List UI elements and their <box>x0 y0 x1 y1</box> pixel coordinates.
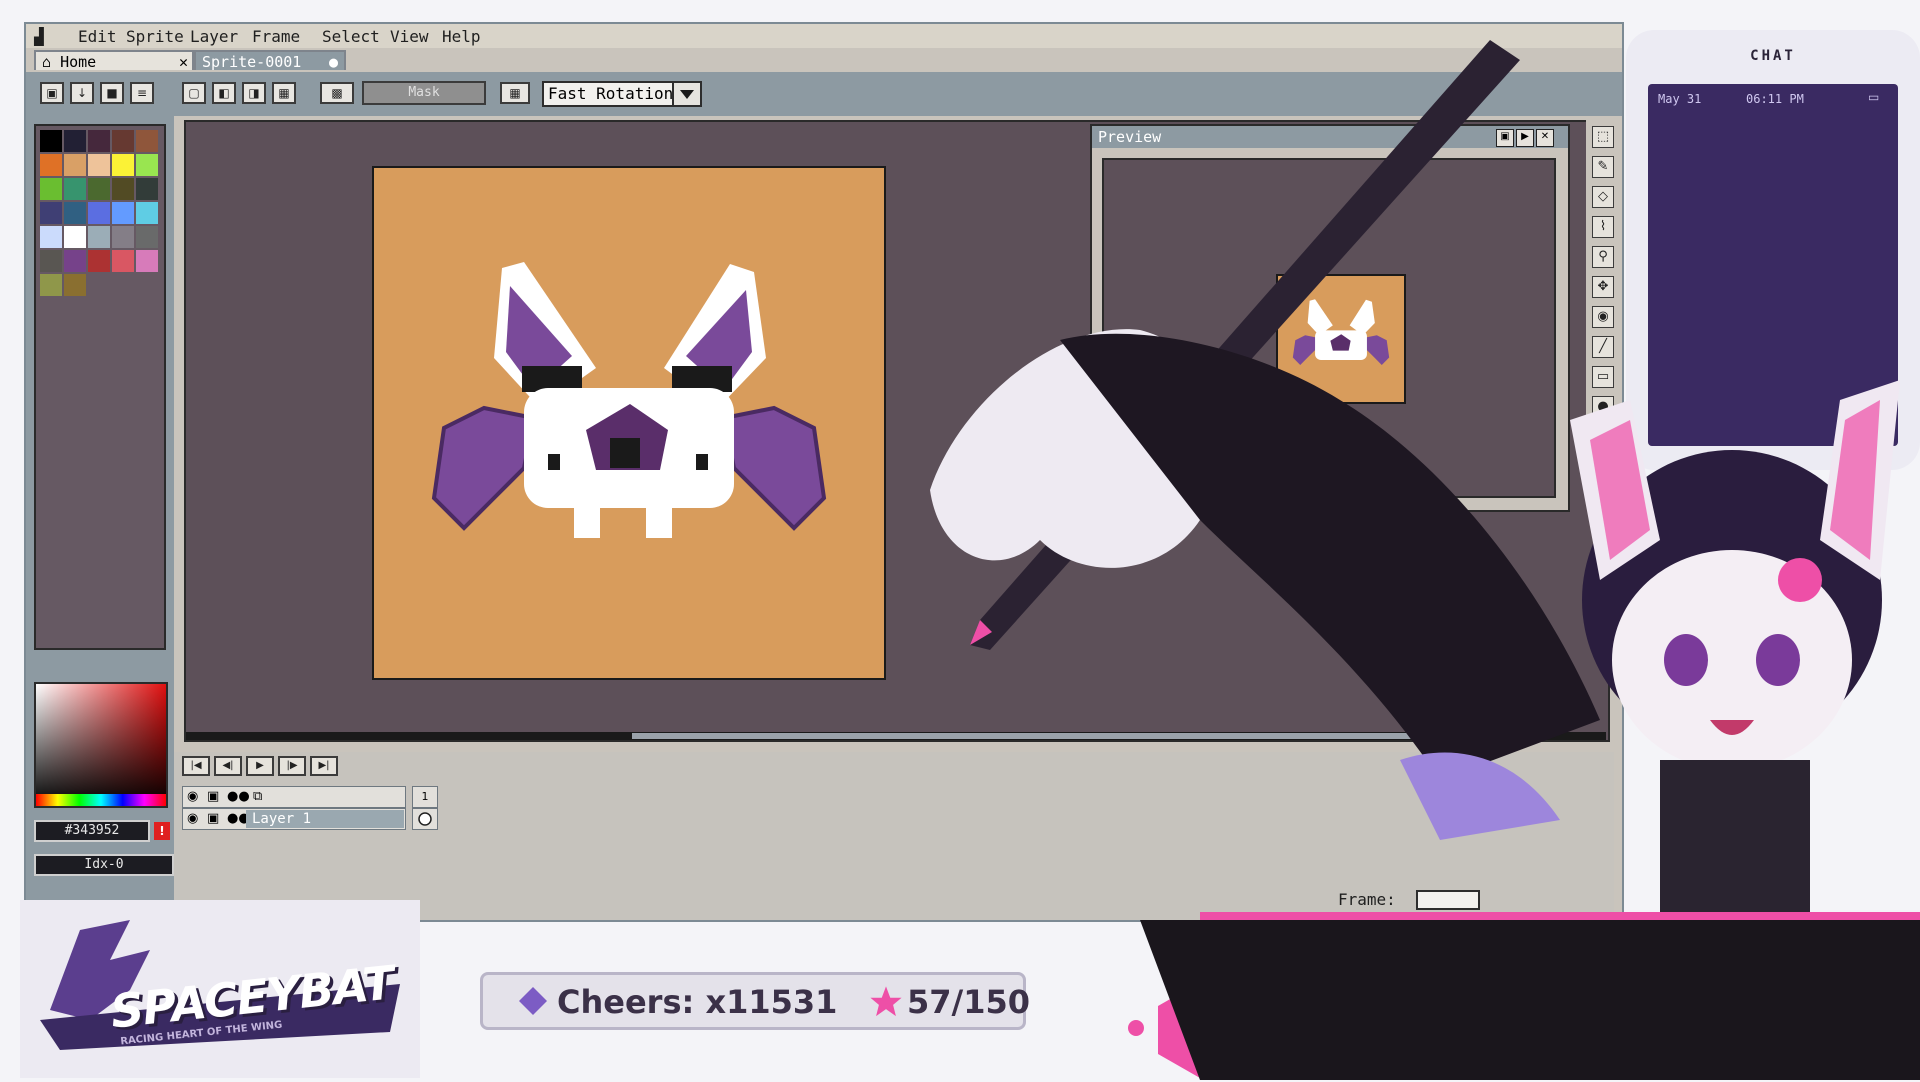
menu-edit[interactable]: Edit <box>78 27 117 46</box>
lock-icon[interactable]: ▣ <box>40 82 64 104</box>
tab-sprite-label: Sprite-0001 <box>202 53 302 71</box>
menu-app-icon[interactable]: ▟ <box>34 27 44 46</box>
close-icon[interactable]: ✕ <box>179 52 188 72</box>
previous-frame-icon[interactable]: ◀| <box>214 756 242 776</box>
palette-swatch[interactable] <box>40 250 62 272</box>
palette-swatch[interactable] <box>88 154 110 176</box>
palette-swatch[interactable] <box>112 154 134 176</box>
chevron-down-icon[interactable] <box>672 81 702 107</box>
menu-view[interactable]: View <box>390 27 429 46</box>
palette-swatch[interactable] <box>40 202 62 224</box>
warning-icon[interactable]: ! <box>154 822 170 840</box>
palette-swatch[interactable] <box>88 202 110 224</box>
cel-keyframe[interactable] <box>412 808 438 830</box>
menu-layer[interactable]: Layer <box>190 27 238 46</box>
tab-home-label: Home <box>60 53 97 71</box>
color-picker-field[interactable] <box>34 682 168 808</box>
home-icon: ⌂ <box>42 53 52 71</box>
palette-swatch[interactable] <box>112 226 134 248</box>
palette-swatch[interactable] <box>40 178 62 200</box>
eye-icon[interactable]: ◉ <box>187 811 198 826</box>
palette-swatch[interactable] <box>112 178 134 200</box>
bat-sprite-image <box>431 262 827 538</box>
selection-replace-icon[interactable]: ▢ <box>182 82 206 104</box>
palette-swatch[interactable] <box>40 274 62 296</box>
tab-home[interactable]: ⌂ Home ✕ <box>34 50 194 72</box>
palette-swatch[interactable] <box>136 130 158 152</box>
stop-icon[interactable]: ■ <box>100 82 124 104</box>
layer-group-icon[interactable]: ⧉ <box>253 789 262 804</box>
menu-sprite[interactable]: Sprite <box>126 27 184 46</box>
unsaved-dot-icon[interactable]: ● <box>329 52 338 72</box>
palette-swatch[interactable] <box>64 226 86 248</box>
palette-swatch[interactable] <box>136 226 158 248</box>
layer-name[interactable]: Layer 1 <box>246 810 404 828</box>
brand-logo-panel: SPACEYBAT RACING HEART OF THE WING <box>20 900 420 1078</box>
palette-swatch[interactable] <box>136 250 158 272</box>
color-palette <box>34 124 166 650</box>
frame-number-header[interactable]: 1 <box>412 786 438 808</box>
selection-intersect-icon[interactable]: ▦ <box>272 82 296 104</box>
palette-swatch[interactable] <box>40 130 62 152</box>
vtuber-avatar-image <box>930 40 1920 1080</box>
palette-swatch[interactable] <box>88 130 110 152</box>
palette-swatch[interactable] <box>40 154 62 176</box>
lock-icon[interactable]: ▣ <box>207 811 219 826</box>
palette-swatch[interactable] <box>64 178 86 200</box>
pixel-grid-icon[interactable]: ▩ <box>320 82 354 104</box>
palette-swatch[interactable] <box>136 154 158 176</box>
palette-swatch[interactable] <box>64 130 86 152</box>
tab-sprite[interactable]: Sprite-0001 ● <box>194 50 346 72</box>
color-index-field: Idx-0 <box>34 854 174 876</box>
menu-help[interactable]: Help <box>442 27 481 46</box>
left-panel: #343952 ! Idx-0 <box>26 116 174 920</box>
mask-button[interactable]: Mask <box>362 81 486 105</box>
eye-icon[interactable]: ◉ <box>187 789 198 804</box>
palette-swatch[interactable] <box>64 154 86 176</box>
palette-swatch[interactable] <box>88 226 110 248</box>
palette-swatch[interactable] <box>136 202 158 224</box>
menu-lines-icon[interactable]: ≡ <box>130 82 154 104</box>
next-frame-icon[interactable]: |▶ <box>278 756 306 776</box>
menu-frame[interactable]: Frame <box>252 27 300 46</box>
palette-swatch[interactable] <box>88 178 110 200</box>
first-frame-icon[interactable]: |◀ <box>182 756 210 776</box>
palette-swatch[interactable] <box>112 130 134 152</box>
selection-add-icon[interactable]: ◧ <box>212 82 236 104</box>
play-icon[interactable]: ▶ <box>246 756 274 776</box>
continuous-icon[interactable]: ●● <box>227 789 250 804</box>
hue-slider[interactable] <box>36 794 166 806</box>
palette-swatch[interactable] <box>112 202 134 224</box>
lock-icon[interactable]: ▣ <box>207 789 219 804</box>
sprite-canvas[interactable] <box>372 166 886 680</box>
palette-swatch[interactable] <box>112 250 134 272</box>
palette-swatch[interactable] <box>88 250 110 272</box>
hex-color-field[interactable]: #343952 <box>34 820 150 842</box>
selection-subtract-icon[interactable]: ◨ <box>242 82 266 104</box>
palette-swatch[interactable] <box>64 250 86 272</box>
palette-swatch[interactable] <box>64 274 86 296</box>
dither-icon[interactable]: ▦ <box>500 82 530 104</box>
palette-swatch[interactable] <box>64 202 86 224</box>
layer-header-row: ◉ ▣ ●● ⧉ <box>182 786 406 808</box>
last-frame-icon[interactable]: ▶| <box>310 756 338 776</box>
palette-swatch[interactable] <box>136 178 158 200</box>
diamond-icon <box>519 987 547 1015</box>
cheers-count: Cheers: x11531 <box>557 983 838 1021</box>
download-icon[interactable]: ↓ <box>70 82 94 104</box>
palette-swatch[interactable] <box>40 226 62 248</box>
menu-select[interactable]: Select <box>322 27 380 46</box>
